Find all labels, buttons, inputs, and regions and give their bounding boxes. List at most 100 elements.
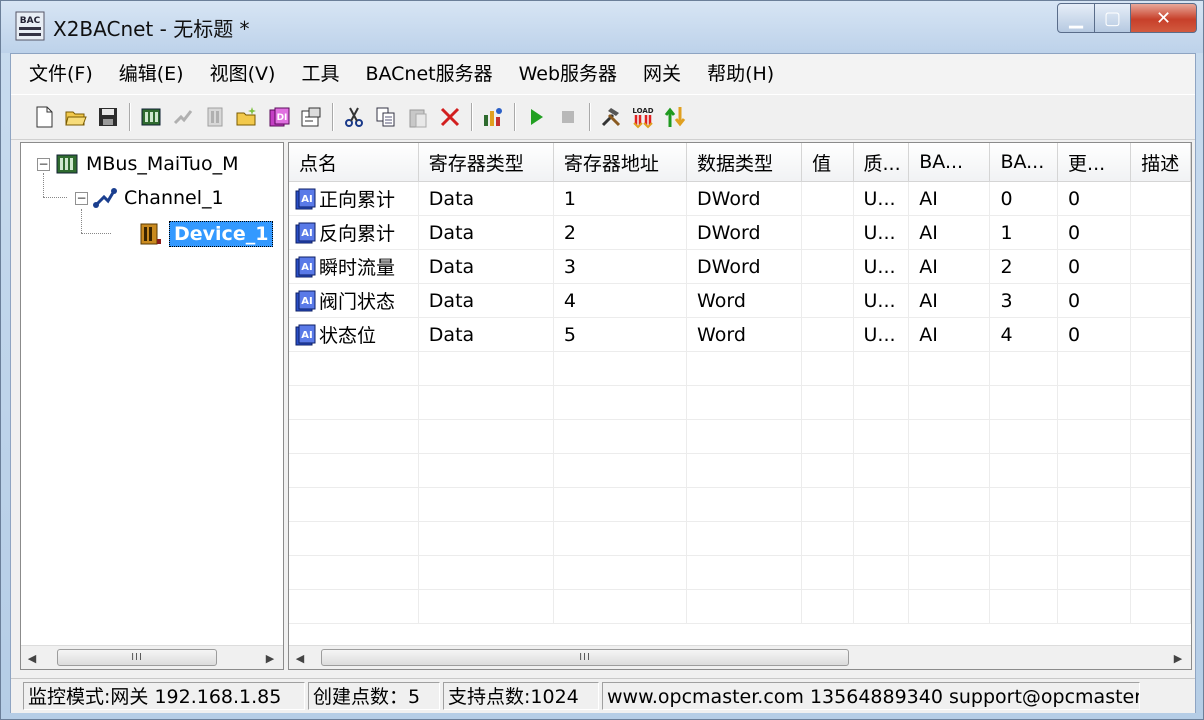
menu-item-3[interactable]: 工具 <box>288 54 352 94</box>
table-row[interactable]: AI 阀门状态 Data 4 Word U... AI 3 0 <box>289 283 1191 318</box>
column-header-8[interactable]: 更... <box>1057 143 1132 182</box>
properties-button[interactable] <box>298 104 324 130</box>
empty-cell <box>1057 521 1132 556</box>
open-folder-button[interactable] <box>63 104 89 130</box>
column-header-6[interactable]: BA... <box>908 143 991 182</box>
channel-button[interactable] <box>138 104 164 130</box>
empty-cell <box>418 419 554 454</box>
empty-row[interactable] <box>289 521 1191 556</box>
empty-cell <box>1130 555 1191 590</box>
column-header-4[interactable]: 值 <box>801 143 854 182</box>
device-tree[interactable]: − MBus_MaiTuo_M − Channel_1 Device_1 ◀ I… <box>20 142 284 670</box>
table-cell: 3 <box>553 249 688 284</box>
empty-cell <box>686 521 803 556</box>
empty-cell <box>686 351 803 386</box>
tree-horizontal-scrollbar[interactable]: ◀ III ▶ <box>21 645 283 669</box>
copy-button[interactable] <box>373 104 399 130</box>
scroll-thumb[interactable]: III <box>57 649 217 666</box>
save-button[interactable] <box>95 104 121 130</box>
scroll-right-icon[interactable]: ▶ <box>1167 646 1189 669</box>
cut-button[interactable] <box>341 104 367 130</box>
column-header-9[interactable]: 描述 <box>1130 143 1191 182</box>
scroll-left-icon[interactable]: ◀ <box>289 646 311 669</box>
empty-cell <box>686 453 803 488</box>
table-cell: U... <box>853 283 910 318</box>
empty-cell <box>1130 385 1191 420</box>
collapse-toggle[interactable]: − <box>37 157 50 171</box>
title-bar[interactable]: BAC X2BACnet - 无标题 * ▁ ▢ ✕ <box>1 1 1203 53</box>
menu-item-1[interactable]: 编辑(E) <box>106 54 197 94</box>
paste-button[interactable] <box>405 104 431 130</box>
empty-cell <box>908 351 991 386</box>
delete-button[interactable] <box>437 104 463 130</box>
empty-cell <box>908 419 991 454</box>
empty-row[interactable] <box>289 385 1191 420</box>
delete-icon <box>440 107 460 127</box>
column-header-1[interactable]: 寄存器类型 <box>418 143 554 182</box>
empty-cell <box>853 419 910 454</box>
monitor-button[interactable] <box>480 104 506 130</box>
upload-button[interactable] <box>662 104 688 130</box>
tree-node-root[interactable]: − MBus_MaiTuo_M <box>37 149 238 179</box>
empty-cell <box>553 589 688 624</box>
menu-item-5[interactable]: Web服务器 <box>506 54 630 94</box>
points-list[interactable]: 点名 寄存器类型 寄存器地址 数据类型值质... BA... BA... 更... 描述 AI… <box>288 142 1192 670</box>
point-name: 状态位 <box>319 325 377 347</box>
analog-input-icon: AI <box>295 290 316 311</box>
scroll-thumb[interactable]: III <box>321 649 849 666</box>
table-cell <box>1130 317 1191 352</box>
minimize-button[interactable]: ▁ <box>1057 3 1095 33</box>
scroll-left-icon[interactable]: ◀ <box>21 646 43 669</box>
column-header-2[interactable]: 寄存器地址 <box>553 143 688 182</box>
column-header-0[interactable]: 点名 <box>289 143 419 182</box>
empty-cell <box>418 589 554 624</box>
menu-item-0[interactable]: 文件(F) <box>11 54 106 94</box>
menu-item-2[interactable]: 视图(V) <box>197 54 289 94</box>
new-file-button[interactable] <box>31 104 57 130</box>
copy-icon <box>376 107 395 127</box>
list-horizontal-scrollbar[interactable]: ◀ III ▶ <box>289 645 1191 669</box>
empty-cell <box>908 487 991 522</box>
empty-cell <box>853 555 910 590</box>
status-bar: 监控模式:网关 192.168.1.85 创建点数：5 支持点数:1024 ww… <box>11 678 1195 713</box>
close-button[interactable]: ✕ <box>1131 3 1197 33</box>
menu-item-7[interactable]: 帮助(H) <box>694 54 787 94</box>
empty-row[interactable] <box>289 487 1191 522</box>
disabled-link-button[interactable] <box>170 104 196 130</box>
tools-button[interactable] <box>598 104 624 130</box>
data-points-button[interactable]: DI <box>266 104 292 130</box>
load-button[interactable]: LOAD <box>630 104 656 130</box>
stop-button[interactable] <box>555 104 581 130</box>
table-cell: 1 <box>553 181 688 216</box>
empty-row[interactable] <box>289 589 1191 624</box>
tree-node-channel[interactable]: − Channel_1 <box>75 183 224 213</box>
empty-cell <box>1057 385 1132 420</box>
table-cell <box>1130 181 1191 216</box>
svg-text:DI: DI <box>277 113 288 123</box>
column-header-5[interactable]: 质... <box>853 143 910 182</box>
table-row[interactable]: AI 状态位 Data 5 Word U... AI 4 0 <box>289 317 1191 352</box>
empty-row[interactable] <box>289 351 1191 386</box>
table-row[interactable]: AI 反向累计 Data 2 DWord U... AI 1 0 <box>289 215 1191 250</box>
disabled-device-button[interactable] <box>202 104 228 130</box>
table-row[interactable]: AI 正向累计 Data 1 DWord U... AI 0 0 <box>289 181 1191 216</box>
run-button[interactable] <box>523 104 549 130</box>
new-folder-button[interactable] <box>234 104 260 130</box>
empty-row[interactable] <box>289 453 1191 488</box>
column-header-3[interactable]: 数据类型 <box>686 143 803 182</box>
table-cell: Data <box>418 181 554 216</box>
empty-row[interactable] <box>289 555 1191 590</box>
table-row[interactable]: AI 瞬时流量 Data 3 DWord U... AI 2 0 <box>289 249 1191 284</box>
menu-item-6[interactable]: 网关 <box>630 54 694 94</box>
column-header-7[interactable]: BA... <box>989 143 1059 182</box>
scroll-right-icon[interactable]: ▶ <box>259 646 281 669</box>
empty-cell <box>908 521 991 556</box>
empty-cell <box>1130 521 1191 556</box>
tree-node-device[interactable]: Device_1 <box>137 219 274 249</box>
maximize-button[interactable]: ▢ <box>1095 3 1131 33</box>
empty-row[interactable] <box>289 419 1191 454</box>
empty-cell <box>853 589 910 624</box>
tree-label-device: Device_1 <box>169 221 274 247</box>
menu-item-4[interactable]: BACnet服务器 <box>352 54 505 94</box>
collapse-toggle[interactable]: − <box>75 191 88 205</box>
